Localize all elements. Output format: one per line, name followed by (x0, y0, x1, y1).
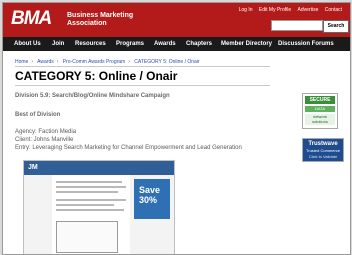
search-button[interactable]: Search (323, 20, 349, 33)
trustwave-validate-link[interactable]: Click to Validate (303, 154, 343, 159)
breadcrumb-awards[interactable]: Awards (37, 59, 54, 65)
divider (15, 66, 270, 67)
secure-badge-network: network solutions (305, 114, 335, 125)
page-title: CATEGORY 5: Online / Onair (15, 69, 178, 83)
contact-link[interactable]: Contact (325, 7, 342, 13)
best-of-division: Best of Division (15, 112, 61, 118)
bma-logo[interactable]: BMA (11, 8, 52, 30)
top-links: Log In Edit My Profile Advertise Contact (234, 7, 342, 13)
secure-badge-title: SECURE (305, 96, 335, 104)
main-nav: About Us Join Resources Programs Awards … (3, 37, 350, 51)
entry-screenshot[interactable]: JM Save 30% (23, 160, 175, 254)
divider (15, 85, 270, 86)
trustwave-sub: Trusted Commerce (305, 148, 341, 153)
breadcrumb-procomm[interactable]: Pro-Comm Awards Program (63, 59, 125, 65)
screenshot-text-line (56, 181, 122, 183)
search-input[interactable] (271, 20, 323, 31)
nav-join[interactable]: Join (52, 41, 64, 47)
nav-about-us[interactable]: About Us (14, 41, 41, 47)
nav-member-directory[interactable]: Member Directory (221, 41, 272, 47)
edit-profile-link[interactable]: Edit My Profile (259, 7, 291, 13)
breadcrumb-current[interactable]: CATEGORY 5: Online / Onair (134, 59, 199, 65)
client-text: Client: Johns Manville (15, 137, 74, 143)
login-link[interactable]: Log In (239, 7, 253, 13)
nav-discussion-forums[interactable]: Discussion Forums (278, 41, 334, 47)
breadcrumb-home[interactable]: Home (15, 59, 28, 65)
org-name-line2: Association (67, 20, 107, 27)
breadcrumb: Home › Awards › Pro-Comm Awards Program › C… (15, 59, 203, 65)
nav-resources[interactable]: Resources (75, 41, 106, 47)
org-name-line1: Business Marketing (67, 12, 134, 19)
trustwave-title: Trustwave (308, 141, 338, 147)
screenshot-form (56, 221, 118, 253)
screenshot-text-line (56, 199, 126, 201)
nav-programs[interactable]: Programs (116, 41, 144, 47)
division-heading: Division 5.9: Search/Blog/Online Mindsha… (15, 93, 170, 99)
entry-text: Entry: Leveraging Search Marketing for C… (15, 145, 242, 151)
browser-frame: BMA Business Marketing Association Log I… (2, 2, 351, 255)
screenshot-text-line (56, 191, 118, 193)
agency-text: Agency: Faction Media (15, 129, 77, 135)
advertise-link[interactable]: Advertise (298, 7, 319, 13)
secure-badge-sub: DATA ENCRYPTED (305, 106, 335, 117)
screenshot-text-line (56, 186, 126, 188)
screenshot-text-line (56, 204, 114, 206)
nav-chapters[interactable]: Chapters (186, 41, 212, 47)
screenshot-ad-text: Save 30% (139, 185, 161, 205)
screenshot-header (24, 161, 174, 175)
nav-awards[interactable]: Awards (154, 41, 176, 47)
breadcrumb-separator: › (128, 59, 130, 65)
secure-badge[interactable]: SECURE DATA ENCRYPTED network solutions (302, 93, 338, 129)
screenshot-logo: JM (28, 164, 38, 171)
org-name: Business Marketing Association (67, 12, 133, 28)
trustwave-badge[interactable]: Trustwave Trusted Commerce Click to Vali… (302, 138, 344, 162)
site-header: BMA Business Marketing Association Log I… (3, 3, 350, 37)
breadcrumb-separator: › (31, 59, 34, 65)
breadcrumb-separator: › (56, 59, 59, 65)
screenshot-text-line (56, 209, 124, 211)
